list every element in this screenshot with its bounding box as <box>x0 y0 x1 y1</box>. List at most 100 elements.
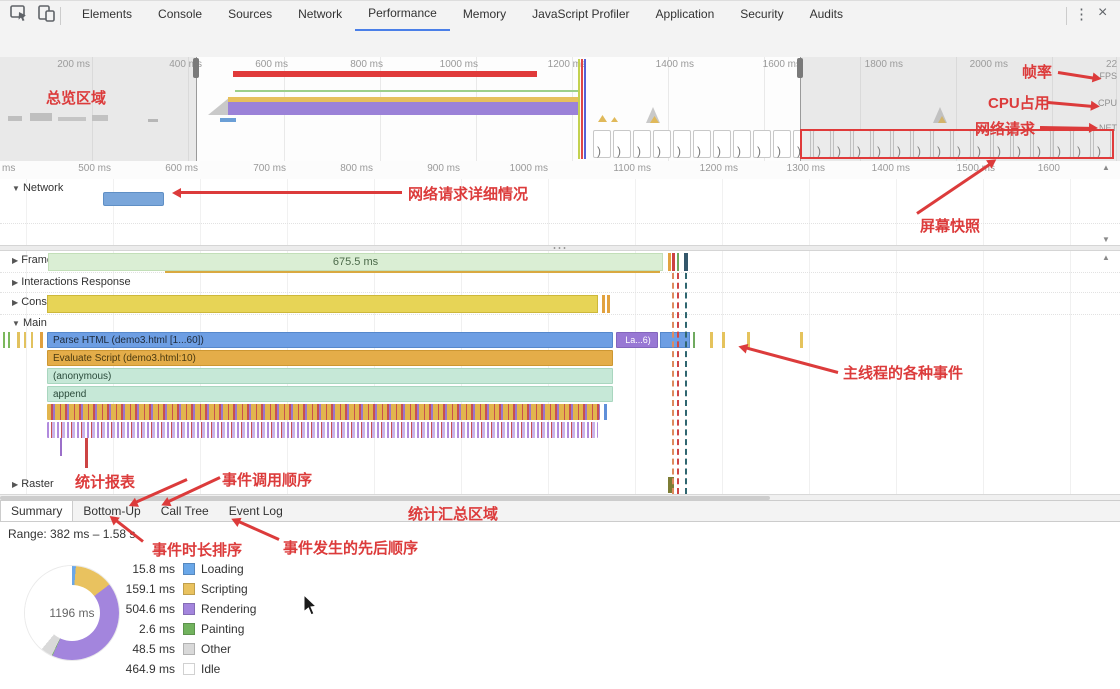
ruler-label: 900 ms <box>400 163 460 174</box>
frame-mark <box>672 253 675 271</box>
frame-mark <box>684 253 688 271</box>
tab-network[interactable]: Network <box>285 0 355 29</box>
flame-bar-evaluate-script[interactable]: Evaluate Script (demo3.html:10) <box>47 350 613 366</box>
tab-sources[interactable]: Sources <box>215 0 285 29</box>
annotation-summary: 统计报表 <box>75 471 135 492</box>
annotation-event-log: 事件发生的先后顺序 <box>283 537 418 558</box>
fmp-marker-line <box>578 59 580 159</box>
flame-spike <box>85 438 88 468</box>
flame-bar-dense-calls-1[interactable] <box>47 404 600 420</box>
legend-swatch-idle <box>183 663 195 675</box>
tab-performance[interactable]: Performance <box>355 0 450 32</box>
legend-value: 464.9 ms <box>95 662 175 676</box>
legend-swatch-loading <box>183 563 195 575</box>
legend-value: 159.1 ms <box>95 582 175 596</box>
range-text: Range: 382 ms – 1.58 s <box>8 527 135 541</box>
scroll-up-arrow[interactable]: ▲ <box>1102 253 1110 262</box>
flame-bar-anonymous[interactable]: (anonymous) <box>47 368 613 384</box>
overview-ruler-label: 1600 ms <box>741 59 801 70</box>
annotation-fps: 帧率 <box>1022 61 1052 82</box>
tab-security[interactable]: Security <box>727 0 796 29</box>
flame-bar-append[interactable]: append <box>47 386 613 402</box>
screenshot-thumbnail[interactable]: ) <box>633 130 651 158</box>
legend-value: 48.5 ms <box>95 642 175 656</box>
flame-bar-dense-calls-2[interactable] <box>47 422 598 438</box>
close-icon[interactable]: × <box>1098 4 1107 22</box>
screenshot-thumbnail[interactable]: ) <box>693 130 711 158</box>
annotation-main-thread: 主线程的各种事件 <box>843 362 963 383</box>
screenshot-thumbnail[interactable]: ) <box>613 130 631 158</box>
scroll-up-arrow[interactable]: ▲ <box>1102 163 1110 172</box>
overview-ruler-label: 800 ms <box>323 59 383 70</box>
console-bar[interactable] <box>47 295 598 313</box>
flame-mark <box>693 332 695 348</box>
network-track-header[interactable]: ▼ Network <box>12 182 63 194</box>
frame-mark <box>668 253 671 271</box>
tab-memory[interactable]: Memory <box>450 0 519 29</box>
legend-value: 15.8 ms <box>95 562 175 576</box>
scroll-down-arrow[interactable]: ▼ <box>1102 235 1110 244</box>
toolbar-separator <box>60 7 61 25</box>
frame-bar[interactable]: 675.5 ms <box>48 253 663 271</box>
flame-bar-layout-truncated[interactable]: La...6) <box>616 332 658 348</box>
collapse-triangle-icon: ▼ <box>12 184 20 193</box>
screenshot-thumbnail[interactable]: ) <box>753 130 771 158</box>
annotation-network-detail: 网络请求详细情况 <box>408 183 528 204</box>
tab-elements[interactable]: Elements <box>69 0 145 29</box>
tab-summary[interactable]: Summary <box>0 501 73 521</box>
tab-audits[interactable]: Audits <box>797 0 856 29</box>
legend-swatch-painting <box>183 623 195 635</box>
screenshot-thumbnail[interactable]: ) <box>653 130 671 158</box>
ruler-label: 1200 ms <box>678 163 738 174</box>
load-marker-line <box>581 59 583 159</box>
flame-mark <box>710 332 713 348</box>
screenshot-thumbnail[interactable]: ) <box>593 130 611 158</box>
legend-swatch-scripting <box>183 583 195 595</box>
interactions-label: Interactions Response <box>21 276 130 288</box>
ruler-label: 700 ms <box>226 163 286 174</box>
screenshot-thumbnail[interactable]: ) <box>733 130 751 158</box>
ruler-label: 1400 ms <box>850 163 910 174</box>
legend-label: Scripting <box>201 582 248 596</box>
device-toolbar-icon[interactable] <box>38 5 56 27</box>
console-mark <box>607 295 610 313</box>
kebab-menu-icon[interactable]: ⋮ <box>1074 5 1089 23</box>
ruler-label: 1100 ms <box>591 163 651 174</box>
raster-track-header[interactable]: ▶ Raster <box>12 478 54 490</box>
frames-underline <box>165 271 660 273</box>
annotation-highlight-bar <box>233 71 537 77</box>
legend-label: Idle <box>201 662 220 676</box>
annotation-call-tree: 事件调用顺序 <box>222 469 312 490</box>
network-overview-bar <box>220 118 236 122</box>
console-mark <box>602 295 605 313</box>
interactions-track-header[interactable]: ▶ Interactions Response <box>12 276 131 288</box>
overview-ruler-label: 600 ms <box>228 59 288 70</box>
flame-bar-parse-html[interactable]: Parse HTML (demo3.html [1...60]) <box>47 332 613 348</box>
load-dashed-line <box>677 273 679 494</box>
tab-console[interactable]: Console <box>145 0 215 29</box>
ruler-label: 1000 ms <box>488 163 548 174</box>
tab-javascript-profiler[interactable]: JavaScript Profiler <box>519 0 642 29</box>
selection-handle-right[interactable] <box>797 58 803 78</box>
screenshot-thumbnail[interactable]: ) <box>673 130 691 158</box>
screenshot-thumbnail[interactable]: ) <box>713 130 731 158</box>
overview-ruler-label: 1200 ms <box>526 59 586 70</box>
devtools-tabbar: Elements Console Sources Network Perform… <box>0 1 1120 32</box>
legend-label: Painting <box>201 622 244 636</box>
main-track-header[interactable]: ▼ Main <box>12 317 47 329</box>
inspect-element-icon[interactable] <box>10 5 28 27</box>
tab-application[interactable]: Application <box>643 0 728 29</box>
annotation-screenshot-box <box>800 129 1114 159</box>
ruler-label: 1600 <box>1000 163 1060 174</box>
flame-mark <box>800 332 803 348</box>
legend-label: Rendering <box>201 602 256 616</box>
selection-handle-left[interactable] <box>193 58 199 78</box>
annotation-event-log-arrow <box>238 520 279 541</box>
annotation-bottom-up: 事件时长排序 <box>152 539 242 560</box>
tab-event-log[interactable]: Event Log <box>219 501 293 521</box>
dcl-dashed-line <box>685 273 687 494</box>
network-request-bar[interactable] <box>103 192 164 206</box>
raster-label: Raster <box>21 478 53 490</box>
legend-swatch-rendering <box>183 603 195 615</box>
screenshot-thumbnail[interactable]: ) <box>773 130 791 158</box>
